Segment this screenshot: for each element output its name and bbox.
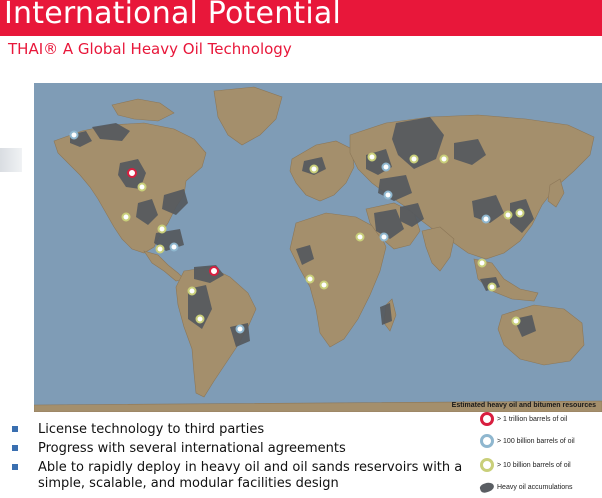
blue-ring-icon: [480, 434, 494, 448]
marker-10b-12: [305, 274, 315, 284]
accumulation-blob-icon: [478, 480, 496, 494]
bullet-item: Able to rapidly deploy in heavy oil and …: [12, 460, 482, 492]
square-bullet-icon: [12, 445, 18, 451]
bullet-text: License technology to third parties: [38, 422, 265, 437]
red-ring-icon: [480, 412, 494, 426]
accumulation-madagascar: [380, 303, 392, 325]
marker-10b-6: [195, 314, 205, 324]
marker-100b-7: [235, 324, 245, 334]
marker-10b-15: [487, 282, 497, 292]
square-bullet-icon: [12, 426, 18, 432]
page-subtitle: THAI® A Global Heavy Oil Technology: [8, 40, 292, 58]
marker-100b-3: [381, 162, 391, 172]
marker-10b-7: [309, 164, 319, 174]
marker-10b-4: [155, 244, 165, 254]
bullet-item: Progress with several international agre…: [12, 441, 482, 457]
map-legend: > 1 trillion barrels of oil > 100 billio…: [478, 412, 602, 498]
marker-100b-1: [69, 130, 79, 140]
marker-10b-10: [439, 154, 449, 164]
marker-10b-2: [121, 212, 131, 222]
legend-label: > 100 billion barrels of oil: [497, 437, 575, 445]
marker-10b-17: [515, 208, 525, 218]
marker-trillion-alberta: [127, 168, 137, 178]
side-decoration: [0, 148, 22, 172]
bullet-item: License technology to third parties: [12, 422, 482, 438]
marker-100b-6: [481, 214, 491, 224]
legend-item-10b: > 10 billion barrels of oil: [480, 458, 602, 472]
marker-100b-5: [379, 232, 389, 242]
legend-item-100b: > 100 billion barrels of oil: [480, 434, 602, 448]
bullet-list: License technology to third parties Prog…: [12, 422, 482, 495]
legend-label: > 10 billion barrels of oil: [497, 461, 571, 469]
world-map: Estimated heavy oil and bitumen resource…: [34, 83, 602, 412]
marker-10b-14: [477, 258, 487, 268]
marker-10b-11: [355, 232, 365, 242]
marker-10b-18: [511, 316, 521, 326]
marker-10b-5: [187, 286, 197, 296]
square-bullet-icon: [12, 464, 18, 470]
bullet-text: Progress with several international agre…: [38, 441, 346, 456]
marker-10b-8: [367, 152, 377, 162]
marker-10b-13: [319, 280, 329, 290]
marker-10b-1: [137, 182, 147, 192]
world-map-graphic: [34, 83, 602, 412]
marker-trillion-venezuela: [209, 266, 219, 276]
page-title: International Potential: [4, 0, 342, 31]
bullet-text: Able to rapidly deploy in heavy oil and …: [38, 460, 463, 491]
legend-label: Heavy oil accumulations: [497, 483, 573, 491]
legend-label: > 1 trillion barrels of oil: [497, 415, 568, 423]
title-bar: International Potential: [0, 0, 602, 36]
marker-10b-9: [409, 154, 419, 164]
legend-item-trillion: > 1 trillion barrels of oil: [480, 412, 602, 426]
marker-10b-16: [503, 210, 513, 220]
marker-10b-3: [157, 224, 167, 234]
marker-100b-4: [383, 190, 393, 200]
map-caption: Estimated heavy oil and bitumen resource…: [451, 402, 596, 409]
yellow-ring-icon: [480, 458, 494, 472]
legend-item-accumulation: Heavy oil accumulations: [478, 480, 602, 494]
marker-100b-2: [169, 242, 179, 252]
